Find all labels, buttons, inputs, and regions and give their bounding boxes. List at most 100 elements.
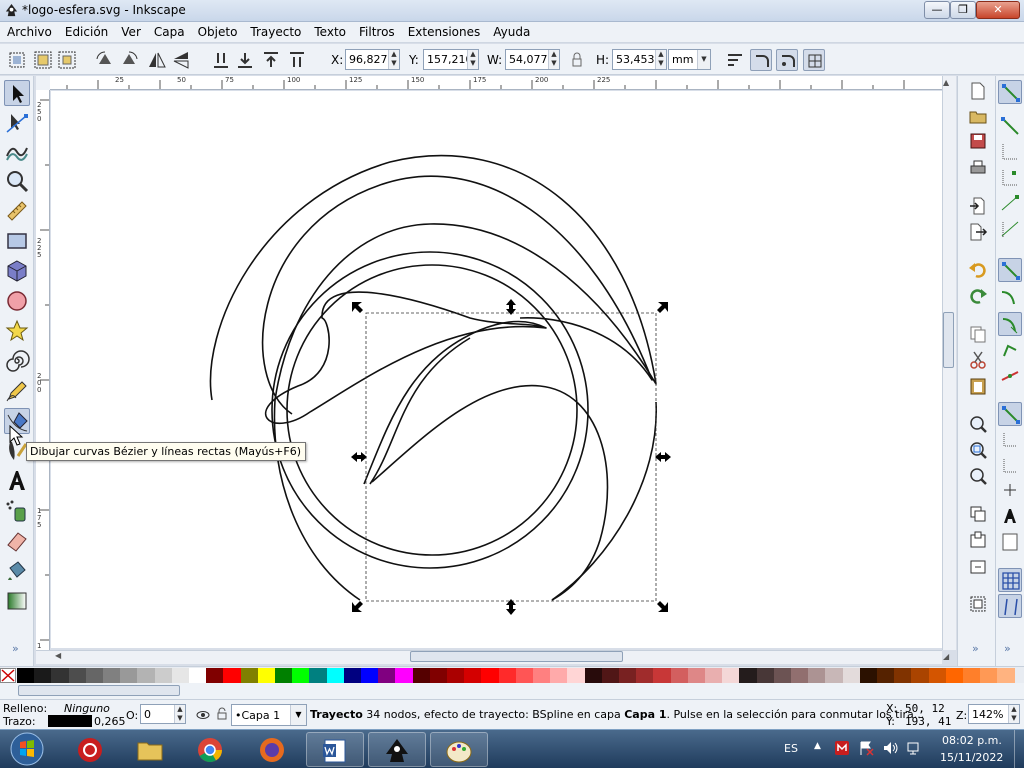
h-field[interactable]: 53,453 ▲ ▼ <box>612 49 667 70</box>
snap-bbox-corner-icon[interactable] <box>998 166 1022 190</box>
palette-swatch[interactable] <box>791 668 809 683</box>
drawing-canvas[interactable] <box>51 91 942 648</box>
snap-enable-icon[interactable] <box>998 80 1022 104</box>
select-all-layers-button[interactable] <box>32 49 54 71</box>
palette-swatch[interactable] <box>584 668 603 683</box>
palette-swatch[interactable] <box>894 668 913 683</box>
palette-swatch[interactable] <box>980 668 999 683</box>
palette-scroll-thumb[interactable] <box>18 685 180 696</box>
snap-bbox-edge-icon[interactable] <box>998 140 1022 164</box>
snap-bbox-icon[interactable] <box>998 114 1022 138</box>
stroke-color-swatch[interactable] <box>48 715 92 727</box>
palette-swatch[interactable] <box>756 668 775 683</box>
select-all-button[interactable] <box>6 49 28 71</box>
palette-swatch[interactable] <box>137 668 156 683</box>
palette-swatch[interactable] <box>68 668 87 683</box>
zoom-tool-icon[interactable] <box>4 168 30 194</box>
redo-icon[interactable] <box>968 286 988 306</box>
unlink-clone-icon[interactable] <box>968 556 988 576</box>
copy-icon[interactable] <box>968 324 988 344</box>
flip-horizontal-icon[interactable] <box>146 49 168 71</box>
x-spin-arrows[interactable]: ▲ ▼ <box>388 50 399 69</box>
rotate-ccw-icon[interactable] <box>94 49 116 71</box>
snap-guides-icon[interactable] <box>998 594 1022 618</box>
scroll-up-icon[interactable]: ▲ <box>943 78 949 87</box>
palette-swatch[interactable] <box>928 668 947 683</box>
palette-swatch[interactable] <box>636 668 655 683</box>
unit-select[interactable]: mm ▼ <box>668 49 711 70</box>
w-field[interactable]: 54,077 ▲ ▼ <box>505 49 560 70</box>
stroke-width-value[interactable]: 0,265 <box>94 715 126 728</box>
zoom-field[interactable]: 142% ▲ ▼ <box>968 704 1020 724</box>
clock-time[interactable]: 08:02 p.m. <box>942 734 1002 747</box>
menu-trayecto[interactable]: Trayecto <box>243 22 307 39</box>
palette-swatch[interactable] <box>687 668 706 683</box>
layer-lock-icon[interactable] <box>216 707 228 721</box>
scroll-left-icon[interactable]: ◀ <box>55 651 61 660</box>
group-icon[interactable] <box>968 594 988 614</box>
close-button[interactable]: ✕ <box>976 1 1020 19</box>
palette-swatch[interactable] <box>309 668 328 683</box>
snap-overflow-icon[interactable]: » <box>1004 642 1011 655</box>
y-spin-arrows[interactable]: ▲ ▼ <box>467 50 478 69</box>
palette-swatch[interactable] <box>601 668 620 683</box>
scale-stroke-icon[interactable] <box>724 49 746 71</box>
snap-smooth-icon[interactable] <box>998 364 1022 388</box>
measure-tool-icon[interactable] <box>4 198 30 224</box>
deselect-button[interactable] <box>56 49 78 71</box>
duplicate-icon[interactable] <box>968 504 988 524</box>
palette-swatch[interactable] <box>911 668 930 683</box>
new-document-icon[interactable] <box>968 81 988 101</box>
palette-swatch[interactable] <box>653 668 672 683</box>
drawing-artwork[interactable] <box>51 91 942 648</box>
palette-swatch[interactable] <box>34 668 53 683</box>
palette-swatch[interactable] <box>619 668 637 683</box>
snap-cusp-icon[interactable] <box>998 338 1022 362</box>
palette-swatch[interactable] <box>223 668 242 683</box>
language-indicator[interactable]: ES <box>784 742 798 755</box>
palette-swatch[interactable] <box>739 668 758 683</box>
fill-value[interactable]: Ninguno <box>64 702 110 715</box>
taskbar-app-explorer[interactable] <box>122 732 180 767</box>
palette-swatch[interactable] <box>997 668 1016 683</box>
transform-gradients-icon[interactable] <box>776 49 798 71</box>
tweak-tool-icon[interactable] <box>4 138 30 164</box>
palette-swatch[interactable] <box>326 668 345 683</box>
spray-tool-icon[interactable] <box>4 498 30 524</box>
3d-box-tool-icon[interactable] <box>4 258 30 284</box>
vertical-scroll-thumb[interactable] <box>943 312 954 368</box>
volume-icon[interactable] <box>882 740 900 756</box>
tray-flag-icon[interactable] <box>858 740 874 756</box>
paste-icon[interactable] <box>968 376 988 396</box>
palette-swatch[interactable] <box>567 668 586 683</box>
snap-center-icon[interactable] <box>998 478 1022 502</box>
menu-texto[interactable]: Texto <box>307 22 352 39</box>
undo-icon[interactable] <box>968 260 988 280</box>
palette-swatch[interactable] <box>171 668 190 683</box>
eye-icon[interactable] <box>196 708 210 722</box>
commands-overflow-icon[interactable]: » <box>972 642 979 655</box>
start-button-icon[interactable] <box>4 731 50 768</box>
rotate-cw-icon[interactable] <box>118 49 140 71</box>
pencil-tool-icon[interactable] <box>4 378 30 404</box>
spiral-tool-icon[interactable] <box>4 348 30 374</box>
zoom-drawing-icon[interactable] <box>968 440 988 460</box>
menu-extensiones[interactable]: Extensiones <box>401 22 487 39</box>
palette-swatch[interactable] <box>429 668 448 683</box>
palette-swatch[interactable] <box>670 668 689 683</box>
maximize-button[interactable]: ❐ <box>950 1 976 19</box>
open-file-icon[interactable] <box>968 106 988 126</box>
palette-swatch[interactable] <box>395 668 414 683</box>
h-spin-arrows[interactable]: ▲ ▼ <box>655 50 666 69</box>
palette-swatch[interactable] <box>877 668 895 683</box>
transform-patterns-icon[interactable] <box>803 49 825 71</box>
paint-bucket-tool-icon[interactable] <box>4 558 30 584</box>
toolbox-overflow-icon[interactable]: » <box>12 642 19 655</box>
palette-swatch[interactable] <box>275 668 293 683</box>
menu-ver[interactable]: Ver <box>114 22 147 39</box>
taskbar-app-firefox[interactable] <box>244 732 302 767</box>
opacity-field[interactable]: 0 ▲ ▼ <box>140 704 186 724</box>
node-tool-icon[interactable] <box>4 110 30 136</box>
snap-grid-icon[interactable] <box>998 568 1022 592</box>
palette-swatch[interactable] <box>240 668 259 683</box>
